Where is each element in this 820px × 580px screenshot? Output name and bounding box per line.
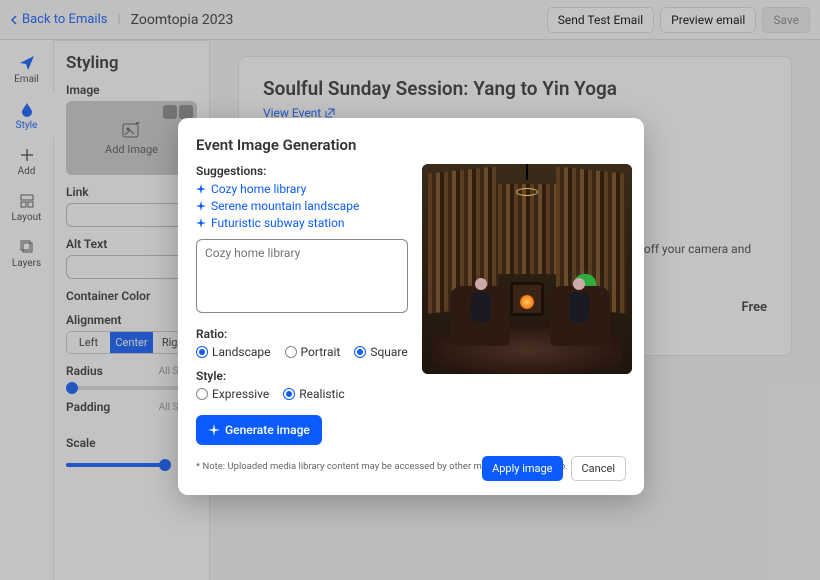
style-expressive[interactable]: Expressive <box>196 387 269 401</box>
sparkle-icon <box>196 201 206 211</box>
prompt-textarea[interactable] <box>196 239 408 313</box>
modal-title: Event Image Generation <box>196 136 626 154</box>
ratio-landscape[interactable]: Landscape <box>196 345 271 359</box>
sparkle-icon <box>208 424 220 436</box>
suggestion-2[interactable]: Serene mountain landscape <box>196 199 408 213</box>
sparkle-icon <box>196 218 206 228</box>
style-realistic[interactable]: Realistic <box>283 387 344 401</box>
style-label: Style: <box>196 369 408 383</box>
radio-icon <box>196 388 208 400</box>
ratio-label: Ratio: <box>196 327 408 341</box>
cancel-button[interactable]: Cancel <box>571 456 626 481</box>
ratio-portrait[interactable]: Portrait <box>285 345 341 359</box>
sparkle-icon <box>196 184 206 194</box>
radio-icon <box>285 346 297 358</box>
apply-image-button[interactable]: Apply image <box>482 456 562 481</box>
suggestion-1[interactable]: Cozy home library <box>196 182 408 196</box>
radio-icon <box>196 346 208 358</box>
suggestion-3[interactable]: Futuristic subway station <box>196 216 408 230</box>
generate-image-button[interactable]: Generate image <box>196 415 322 445</box>
ratio-square[interactable]: Square <box>354 345 407 359</box>
radio-icon <box>283 388 295 400</box>
generated-image-preview <box>422 164 632 374</box>
radio-icon <box>354 346 366 358</box>
suggestions-label: Suggestions: <box>196 164 408 178</box>
event-image-generation-modal: Event Image Generation Suggestions: Cozy… <box>178 118 644 495</box>
